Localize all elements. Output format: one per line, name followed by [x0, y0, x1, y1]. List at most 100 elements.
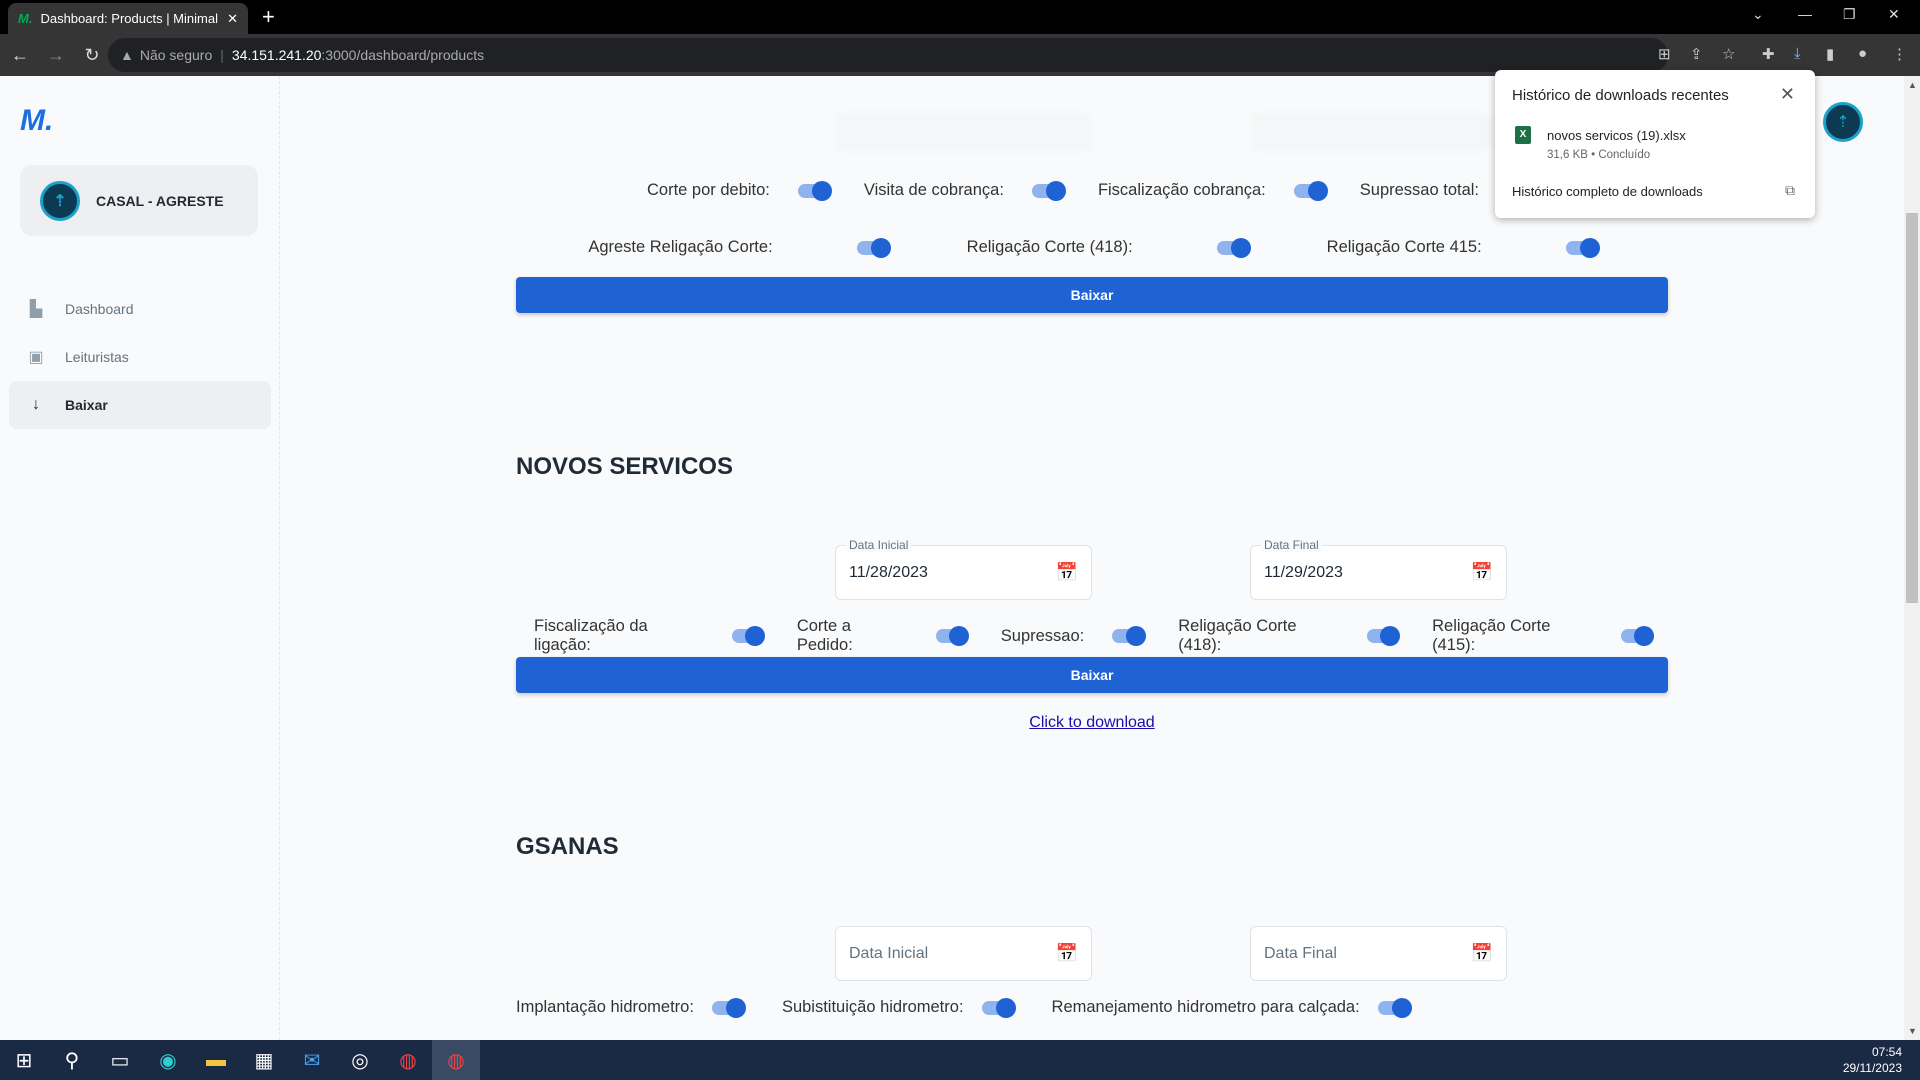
- toggle-label: Agreste Religação Corte:: [588, 238, 773, 256]
- toggle-label: Remanejamento hidrometro para calçada:: [1051, 998, 1360, 1016]
- chrome-icon-active[interactable]: ◍: [432, 1040, 480, 1080]
- toggle-label: Visita de cobrança:: [863, 181, 1004, 199]
- bookmark-star-icon[interactable]: ☆: [1722, 45, 1735, 63]
- arrow-down-icon: ↓: [32, 396, 40, 413]
- toggle-switch[interactable]: [711, 997, 746, 1018]
- toggle-label: Supressao:: [1000, 626, 1085, 645]
- toggle-switch[interactable]: [1031, 180, 1066, 201]
- extensions-icon[interactable]: ✚: [1762, 45, 1775, 63]
- date-input-faded[interactable]: [835, 112, 1092, 152]
- account-avatar[interactable]: ⇡: [1823, 102, 1863, 142]
- scroll-up-icon[interactable]: ▲: [1908, 80, 1917, 90]
- reload-icon[interactable]: ↻: [76, 45, 108, 66]
- chrome-icon[interactable]: ◍: [384, 1040, 432, 1080]
- toggle-switch[interactable]: [981, 997, 1016, 1018]
- new-tab-button[interactable]: +: [262, 4, 275, 30]
- warning-icon: ▲: [120, 47, 134, 63]
- side-panel-icon[interactable]: ▮: [1826, 45, 1834, 63]
- calendar-icon[interactable]: 📅: [1471, 943, 1493, 964]
- toggle-label: Fiscalização cobrança:: [1097, 181, 1266, 199]
- calendar-icon[interactable]: 📅: [1471, 562, 1493, 583]
- sidebar-item-label: Dashboard: [65, 301, 134, 317]
- sidebar-item-leituristas[interactable]: ▣ Leituristas: [9, 333, 271, 381]
- url-input[interactable]: ▲ Não seguro | 34.151.241.20 :3000/dashb…: [108, 38, 1668, 72]
- toggle-switch[interactable]: [1112, 626, 1147, 646]
- tab-search-icon[interactable]: ⌄: [1752, 6, 1764, 23]
- toggle-label: Corte por debito:: [646, 181, 770, 199]
- section-title-novos-servicos: NOVOS SERVICOS: [516, 453, 733, 480]
- calendar-icon[interactable]: 📅: [1056, 943, 1078, 964]
- toggle-switch[interactable]: [1620, 626, 1655, 646]
- start-date-field[interactable]: Data Inicial 📅: [835, 926, 1092, 981]
- external-link-icon[interactable]: ⧉: [1785, 182, 1795, 199]
- sidebar-item-baixar[interactable]: ↓ Baixar: [9, 381, 271, 429]
- toggle-label: Fiscalização da ligação:: [534, 617, 648, 654]
- clock-time: 07:54: [1871, 1045, 1902, 1059]
- url-path: :3000/dashboard/products: [321, 47, 485, 63]
- toggle-row: Fiscalização da ligação: Corte a Pedido:…: [516, 617, 1668, 655]
- toggle-label: Subistituição hidrometro:: [781, 998, 964, 1016]
- task-view-icon[interactable]: ▭: [96, 1040, 144, 1080]
- popup-title: Histórico de downloads recentes: [1512, 87, 1729, 104]
- security-label: Não seguro: [139, 47, 213, 63]
- toggle-switch[interactable]: [1565, 237, 1600, 258]
- close-icon[interactable]: ✕: [1780, 84, 1795, 105]
- field-placeholder: Data Final: [1264, 944, 1337, 962]
- toggle-switch[interactable]: [731, 626, 765, 646]
- download-link[interactable]: Click to download: [516, 714, 1668, 732]
- toggle-switch[interactable]: [797, 180, 832, 201]
- start-date-field[interactable]: Data Inicial 11/28/2023 📅: [835, 538, 1092, 600]
- toggle-label: Religação Corte (418):: [1178, 617, 1297, 654]
- download-icon[interactable]: ⤓: [1794, 45, 1801, 62]
- app-logo[interactable]: M.: [20, 104, 53, 138]
- app-icon[interactable]: ◎: [336, 1040, 384, 1080]
- toggle-row: Agreste Religação Corte: Religação Corte…: [516, 237, 1668, 258]
- minimize-button[interactable]: —: [1798, 6, 1812, 22]
- sidebar: M. ⇡ CASAL - AGRESTE ▙ Dashboard ▣ Leitu…: [0, 76, 280, 1040]
- edge-icon[interactable]: ◉: [144, 1040, 192, 1080]
- minimal-logo-icon: M.: [18, 11, 33, 26]
- toggle-label: Religação Corte 415:: [1326, 238, 1482, 256]
- file-explorer-icon[interactable]: ▬: [192, 1040, 240, 1080]
- toggle-switch[interactable]: [1216, 237, 1251, 258]
- search-icon[interactable]: ⚲: [48, 1040, 96, 1080]
- translate-icon[interactable]: ⊞: [1658, 45, 1671, 63]
- chart-icon: ▙: [29, 301, 43, 318]
- back-icon[interactable]: ←: [4, 45, 36, 66]
- close-window-button[interactable]: ✕: [1888, 6, 1900, 23]
- browser-tab[interactable]: M. Dashboard: Products | Minimal UI ✕: [8, 3, 248, 34]
- close-tab-icon[interactable]: ✕: [227, 11, 238, 27]
- toggle-switch[interactable]: [935, 626, 969, 646]
- forward-icon[interactable]: →: [40, 45, 72, 66]
- full-history-link[interactable]: Histórico completo de downloads: [1512, 184, 1703, 199]
- download-file-name[interactable]: novos servicos (19).xlsx: [1547, 128, 1686, 143]
- baixar-button[interactable]: Baixar: [516, 657, 1668, 693]
- date-input-faded[interactable]: [1250, 112, 1507, 152]
- scroll-down-icon[interactable]: ▼: [1908, 1026, 1917, 1036]
- restore-button[interactable]: ❐: [1843, 6, 1856, 23]
- windows-start-icon[interactable]: ⊞: [0, 1040, 48, 1080]
- menu-icon[interactable]: ⋮: [1892, 45, 1907, 63]
- store-icon[interactable]: ▦: [240, 1040, 288, 1080]
- toggle-label: Corte a Pedido:: [796, 617, 853, 654]
- baixar-button[interactable]: Baixar: [516, 277, 1668, 313]
- mail-icon[interactable]: ✉: [288, 1040, 336, 1080]
- end-date-field[interactable]: Data Final 📅: [1250, 926, 1507, 981]
- toggle-switch[interactable]: [856, 237, 891, 258]
- profile-avatar-icon[interactable]: ●: [1858, 45, 1867, 62]
- sidebar-item-label: Baixar: [65, 397, 108, 413]
- toggle-switch[interactable]: [1377, 997, 1412, 1018]
- system-clock[interactable]: 07:54 29/11/2023: [1843, 1044, 1902, 1076]
- user-icon: ▣: [28, 349, 44, 366]
- end-date-field[interactable]: Data Final 11/29/2023 📅: [1250, 538, 1507, 600]
- sidebar-item-dashboard[interactable]: ▙ Dashboard: [9, 285, 271, 333]
- toggle-label: Religação Corte (418):: [966, 238, 1133, 256]
- scrollbar[interactable]: ▲ ▼: [1904, 76, 1920, 1040]
- organization-card: ⇡ CASAL - AGRESTE: [20, 165, 258, 236]
- scrollbar-thumb[interactable]: [1906, 213, 1918, 603]
- toggle-switch[interactable]: [1293, 180, 1328, 201]
- calendar-icon[interactable]: 📅: [1056, 562, 1078, 583]
- toggle-label: Supressao total:: [1359, 181, 1480, 199]
- toggle-switch[interactable]: [1367, 626, 1401, 646]
- share-icon[interactable]: ⇪: [1690, 45, 1703, 63]
